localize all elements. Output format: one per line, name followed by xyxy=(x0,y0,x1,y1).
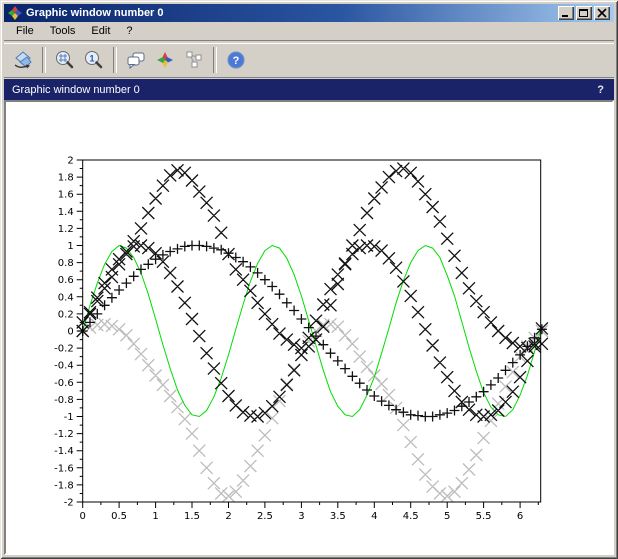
console-icon xyxy=(125,49,147,71)
x-tick-label: 5.5 xyxy=(476,511,492,522)
y-tick-label: 1 xyxy=(67,241,73,252)
y-tick-label: -0.8 xyxy=(54,395,74,406)
infobar-help[interactable]: ? xyxy=(595,84,606,96)
y-tick-label: 1.2 xyxy=(58,224,74,235)
graphic-window: Graphic window number 0 File Tools Edit … xyxy=(0,0,618,559)
x-tick-label: 3.5 xyxy=(330,511,346,522)
plot-area[interactable]: 0 0.5 1 1.5 2 2.5 3 3.5 4 4.5 5 5.5 6 2 1.8 1.6 1.4 1.2 1 0… xyxy=(4,100,614,555)
help-button[interactable]: ? xyxy=(223,47,249,73)
info-bar: Graphic window number 0 ? xyxy=(4,79,614,100)
y-ticks xyxy=(77,160,83,502)
series-green-line-sin3x xyxy=(83,246,542,417)
menu-bar: File Tools Edit ? xyxy=(4,22,614,40)
series-black-plus-sinx xyxy=(78,241,547,422)
menu-edit[interactable]: Edit xyxy=(85,23,116,39)
ged-diamond-icon xyxy=(154,49,176,71)
svg-text:1: 1 xyxy=(89,53,94,63)
toolbar-separator xyxy=(113,47,117,73)
original-view-icon: 1 xyxy=(83,49,105,71)
y-tick-label: -0.2 xyxy=(54,344,74,355)
y-tick-label: 1.4 xyxy=(58,207,74,218)
infobar-text: Graphic window number 0 xyxy=(12,84,140,96)
y-tick-label: -1.4 xyxy=(54,446,74,457)
console-button[interactable] xyxy=(123,47,149,73)
scilab-icon-svg xyxy=(8,6,22,20)
x-tick-label: 0.5 xyxy=(111,511,127,522)
series-light-gray-cross-curve xyxy=(77,318,548,502)
y-tick-label: 0.6 xyxy=(58,275,74,286)
close-icon xyxy=(596,8,608,18)
help-icon: ? xyxy=(225,49,247,71)
x-tick-label: 1 xyxy=(152,511,158,522)
x-tick-label: 4.5 xyxy=(403,511,419,522)
zoom-area-icon xyxy=(54,49,76,71)
close-button[interactable] xyxy=(594,6,610,20)
x-tick-label: 3 xyxy=(298,511,304,522)
window-controls xyxy=(558,6,610,20)
x-tick-label: 2 xyxy=(225,511,231,522)
x-tick-label: 4 xyxy=(371,511,377,522)
y-tick-label: -1.8 xyxy=(54,480,74,491)
y-tick-label: -1 xyxy=(64,412,74,423)
maximize-icon xyxy=(578,8,590,18)
rotate-icon xyxy=(12,49,34,71)
series-dark-cross-large-curve xyxy=(77,163,548,355)
y-tick-label: 1.8 xyxy=(58,173,74,184)
figure-properties-button[interactable] xyxy=(152,47,178,73)
y-tick-label: -1.6 xyxy=(54,463,74,474)
original-view-button[interactable]: 1 xyxy=(81,47,107,73)
y-tick-label: 0.2 xyxy=(58,309,74,320)
x-tick-label: 0 xyxy=(80,511,86,522)
y-tick-label: 2 xyxy=(67,156,73,167)
minimize-icon xyxy=(560,8,572,18)
maximize-button[interactable] xyxy=(576,6,592,20)
minimize-button[interactable] xyxy=(558,6,574,20)
y-tick-label: -0.6 xyxy=(54,378,74,389)
window-title: Graphic window number 0 xyxy=(26,7,558,19)
x-tick-label: 2.5 xyxy=(257,511,273,522)
menu-help[interactable]: ? xyxy=(120,23,138,39)
menu-tools[interactable]: Tools xyxy=(44,23,82,39)
x-tick-label: 6 xyxy=(517,511,523,522)
y-tick-label: -0.4 xyxy=(54,361,74,372)
svg-text:?: ? xyxy=(233,55,240,67)
title-bar[interactable]: Graphic window number 0 xyxy=(4,4,614,22)
y-tick-label: 1.6 xyxy=(58,190,74,201)
rotate-button[interactable] xyxy=(10,47,36,73)
x-tick-label: 5 xyxy=(444,511,450,522)
scilab-icon[interactable] xyxy=(8,6,22,20)
y-tick-label: 0 xyxy=(67,327,73,338)
x-ticks xyxy=(83,502,539,508)
toolbar-separator xyxy=(42,47,46,73)
y-tick-label: 0.4 xyxy=(58,292,74,303)
objects-button[interactable] xyxy=(181,47,207,73)
menu-file[interactable]: File xyxy=(10,23,40,39)
zoom-area-button[interactable] xyxy=(52,47,78,73)
chart-svg: 0 0.5 1 1.5 2 2.5 3 3.5 4 4.5 5 5.5 6 2 1.8 1.6 1.4 1.2 1 0… xyxy=(6,102,612,551)
x-tick-label: 1.5 xyxy=(184,511,200,522)
y-tick-label: -2 xyxy=(64,498,74,509)
y-tick-label: -1.2 xyxy=(54,429,74,440)
series-black-cross-sin2x xyxy=(77,240,548,423)
y-tick-label: 0.8 xyxy=(58,258,74,269)
toolbar: 1 xyxy=(4,42,614,77)
objects-graph-icon xyxy=(183,49,205,71)
toolbar-separator xyxy=(213,47,217,73)
